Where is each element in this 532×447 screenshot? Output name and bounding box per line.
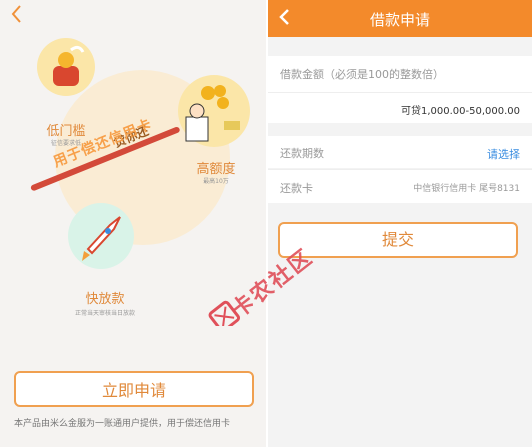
repayment-card-value: 中信银行信用卡 尾号8131 [413, 184, 520, 194]
feature-title-fast-release: 快放款 [85, 292, 125, 307]
provider-footnote: 本产品由米么金服为一账通用户提供，用于偿还信用卡 [14, 419, 231, 429]
repayment-card-label: 还款卡 [280, 182, 313, 195]
back-chevron-icon[interactable] [10, 4, 22, 27]
feature-desc-fast-release: 正常当天审核当日放款 [74, 310, 135, 317]
repayment-term-select[interactable]: 请选择 [487, 146, 520, 162]
repayment-term-label: 还款期数 [280, 147, 324, 160]
loan-amount-field[interactable]: 借款金额（必须是100的整数倍） [268, 56, 532, 92]
page-title: 借款申请 [369, 11, 430, 29]
repayment-card-row[interactable]: 还款卡 中信银行信用卡 尾号8131 [268, 169, 532, 203]
repayment-term-row[interactable]: 还款期数 请选择 [268, 136, 532, 168]
top-bar: 借款申请 [268, 0, 532, 37]
feature-title-high-limit: 高额度 [196, 162, 236, 177]
community-watermark: 卡农社区 [195, 236, 325, 333]
promo-panel: 低门槛 征信要求低 高额度 最高10万 快放款 正常当天审核当日放款 贷你还 用… [0, 0, 266, 447]
loan-amount-range: 可贷1,000.00-50,000.00 [400, 106, 520, 117]
feature-desc-high-limit: 最高10万 [203, 178, 229, 185]
fast-release-illustration [68, 203, 134, 269]
loan-amount-range-row: 可贷1,000.00-50,000.00 [268, 92, 532, 123]
apply-now-button[interactable]: 立即申请 [14, 371, 254, 407]
loan-application-panel: 借款申请 借款金额（必须是100的整数倍） 可贷1,000.00-50,000.… [268, 0, 532, 447]
high-limit-illustration [178, 75, 250, 147]
low-threshold-illustration [37, 38, 95, 96]
loan-amount-label: 借款金额（必须是100的整数倍） [280, 68, 444, 81]
